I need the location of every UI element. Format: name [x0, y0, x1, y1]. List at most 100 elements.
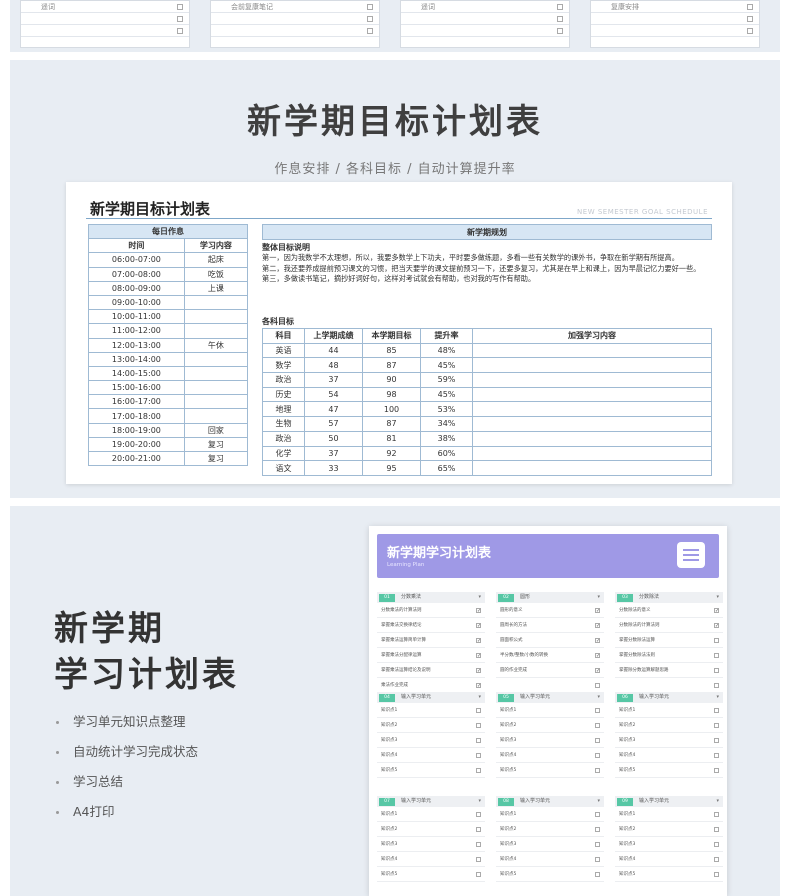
content-cell[interactable] — [183, 294, 249, 311]
content-cell[interactable] — [183, 365, 249, 382]
content-cell[interactable]: 吃饭 — [183, 266, 249, 282]
checkbox[interactable] — [714, 723, 719, 728]
checkbox[interactable]: ✓ — [476, 638, 481, 644]
checkbox[interactable] — [714, 827, 719, 832]
checkbox[interactable]: ✓ — [595, 653, 600, 659]
last-score[interactable]: 47 — [304, 401, 363, 418]
content-cell[interactable]: 回家 — [183, 422, 249, 438]
dropdown-icon[interactable]: ▾ — [478, 796, 481, 807]
checkbox[interactable] — [714, 872, 719, 877]
study-focus[interactable] — [472, 416, 712, 432]
checkbox[interactable] — [714, 842, 719, 847]
checkbox[interactable] — [747, 4, 753, 10]
checkbox[interactable]: ✓ — [595, 638, 600, 644]
content-cell[interactable] — [183, 408, 249, 424]
last-score[interactable]: 57 — [304, 416, 363, 432]
study-focus[interactable] — [472, 460, 712, 476]
checkbox[interactable] — [476, 827, 481, 832]
last-score[interactable]: 33 — [304, 460, 363, 476]
dropdown-icon[interactable]: ▾ — [597, 692, 600, 703]
checkbox[interactable] — [177, 4, 183, 10]
checkbox[interactable]: ✓ — [476, 668, 481, 674]
checkbox[interactable] — [747, 16, 753, 22]
checkbox[interactable] — [367, 28, 373, 34]
dropdown-icon[interactable]: ▾ — [478, 692, 481, 703]
content-cell[interactable] — [183, 351, 249, 367]
checkbox[interactable] — [476, 708, 481, 713]
content-cell[interactable]: 复习 — [183, 436, 249, 453]
target-score[interactable]: 100 — [362, 401, 421, 418]
checkbox[interactable] — [714, 668, 719, 673]
study-focus[interactable] — [472, 372, 712, 388]
dropdown-icon[interactable]: ▾ — [716, 592, 719, 603]
last-score[interactable]: 50 — [304, 430, 363, 447]
checkbox[interactable] — [595, 842, 600, 847]
checkbox[interactable] — [595, 708, 600, 713]
checkbox[interactable] — [747, 28, 753, 34]
checkbox[interactable] — [595, 812, 600, 817]
last-score[interactable]: 48 — [304, 357, 363, 374]
dropdown-icon[interactable]: ▾ — [597, 592, 600, 603]
checkbox[interactable] — [177, 16, 183, 22]
target-score[interactable]: 98 — [362, 386, 421, 403]
checkbox[interactable]: ✓ — [595, 608, 600, 614]
checkbox[interactable] — [595, 753, 600, 758]
checkbox[interactable] — [367, 16, 373, 22]
checkbox[interactable]: ✓ — [476, 623, 481, 629]
target-score[interactable]: 90 — [362, 372, 421, 388]
content-cell[interactable] — [183, 380, 249, 396]
checkbox[interactable] — [367, 4, 373, 10]
target-score[interactable]: 92 — [362, 445, 421, 462]
checkbox[interactable] — [476, 753, 481, 758]
checkbox[interactable]: ✓ — [595, 668, 600, 674]
checkbox[interactable] — [476, 842, 481, 847]
checkbox[interactable] — [714, 708, 719, 713]
target-score[interactable]: 87 — [362, 416, 421, 432]
checkbox[interactable] — [595, 827, 600, 832]
checkbox[interactable] — [714, 638, 719, 643]
checkbox[interactable] — [595, 683, 600, 688]
last-score[interactable]: 54 — [304, 386, 363, 403]
checkbox[interactable] — [476, 738, 481, 743]
checkbox[interactable] — [557, 28, 563, 34]
dropdown-icon[interactable]: ▾ — [716, 692, 719, 703]
checkbox[interactable]: ✓ — [476, 653, 481, 659]
last-score[interactable]: 37 — [304, 445, 363, 462]
checkbox[interactable] — [595, 738, 600, 743]
study-focus[interactable] — [472, 430, 712, 447]
checkbox[interactable] — [177, 28, 183, 34]
last-score[interactable]: 44 — [304, 342, 363, 359]
checkbox[interactable]: ✓ — [714, 608, 719, 614]
content-cell[interactable]: 复习 — [183, 450, 249, 467]
checkbox[interactable]: ✓ — [595, 623, 600, 629]
study-focus[interactable] — [472, 342, 712, 359]
checkbox[interactable] — [714, 683, 719, 688]
checkbox[interactable] — [476, 857, 481, 862]
content-cell[interactable] — [183, 323, 249, 339]
target-score[interactable]: 85 — [362, 342, 421, 359]
content-cell[interactable]: 上课 — [183, 280, 249, 296]
checkbox[interactable] — [557, 4, 563, 10]
last-score[interactable]: 37 — [304, 372, 363, 388]
checkbox[interactable] — [476, 872, 481, 877]
study-focus[interactable] — [472, 445, 712, 462]
checkbox[interactable]: ✓ — [476, 608, 481, 614]
content-cell[interactable] — [183, 309, 249, 325]
checkbox[interactable] — [714, 753, 719, 758]
target-score[interactable]: 81 — [362, 430, 421, 447]
study-focus[interactable] — [472, 386, 712, 403]
checkbox[interactable] — [714, 768, 719, 773]
checkbox[interactable] — [714, 738, 719, 743]
checkbox[interactable] — [595, 857, 600, 862]
checkbox[interactable]: ✓ — [476, 683, 481, 689]
dropdown-icon[interactable]: ▾ — [597, 796, 600, 807]
dropdown-icon[interactable]: ▾ — [478, 592, 481, 603]
checkbox[interactable] — [476, 723, 481, 728]
checkbox[interactable] — [595, 768, 600, 773]
checkbox[interactable] — [595, 723, 600, 728]
checkbox[interactable]: ✓ — [714, 623, 719, 629]
checkbox[interactable] — [476, 812, 481, 817]
content-cell[interactable] — [183, 394, 249, 410]
dropdown-icon[interactable]: ▾ — [716, 796, 719, 807]
target-score[interactable]: 87 — [362, 357, 421, 374]
